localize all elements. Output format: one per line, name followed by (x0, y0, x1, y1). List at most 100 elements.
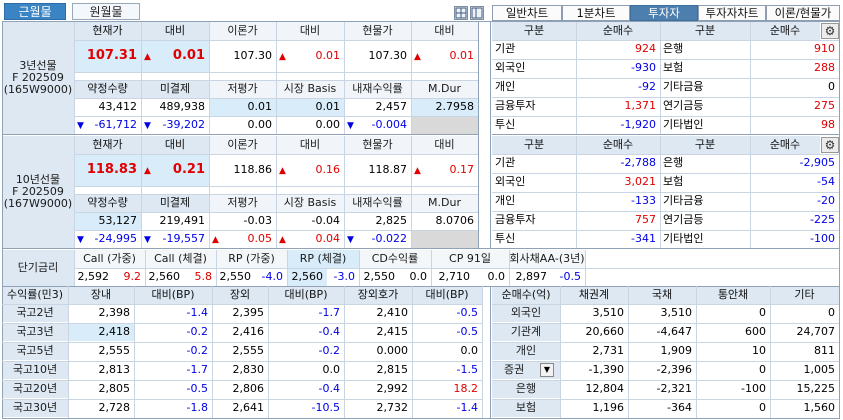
grid-line (560, 286, 561, 418)
grid-line (839, 21, 840, 418)
futures-3y-volume-change: ▼ -61,712 (74, 116, 141, 134)
header-current-price: 현재가 (74, 22, 141, 40)
grid-line (344, 136, 345, 248)
bond-yield-value: 2,395 (232, 306, 265, 319)
grid-line (492, 304, 839, 305)
bond-net-header: 국채 (628, 286, 696, 304)
grid-line (2, 21, 840, 22)
bond-net-header: 순매수(억) (492, 286, 560, 304)
grid-line (344, 286, 345, 418)
tab-investor-chart[interactable]: 투자자차트 (698, 5, 766, 21)
investor-net-value: 3,021 (624, 175, 657, 188)
header-undervalue: 저평가 (209, 80, 276, 98)
header-theory-price: 이론가 (209, 136, 276, 154)
futures-3y-basis-change: 0.00 (315, 118, 341, 131)
grid-line (2, 361, 482, 362)
futures-3y-yield-change: ▼ -0.004 (344, 116, 411, 134)
investor-type-label: 기관 (495, 42, 516, 55)
grid-line (287, 250, 288, 286)
header-volume: 약정수량 (74, 80, 141, 98)
bond-yield-value: -1.4 (186, 306, 208, 319)
investor-type-label: 개인 (495, 80, 516, 93)
investor-header-net: 순매수 (750, 136, 820, 154)
header-open-interest: 미결제 (141, 80, 209, 98)
grid-line (492, 173, 839, 174)
short-rate-value: 2,550 (219, 270, 252, 283)
bond-yield-value: -0.5 (186, 382, 208, 395)
grid-line (412, 286, 413, 418)
header-spot-change: 대비 (411, 136, 478, 154)
investor-type-label: 투신 (495, 118, 516, 131)
grid-line (74, 268, 839, 269)
bond-futures-dashboard: 근월물 원월물 일반차트 1분차트 투자자 투자자차트 이론/현물가 3년선물 … (0, 0, 843, 420)
bond-net-value: -2,321 (656, 382, 692, 395)
tab-investor[interactable]: 투자자 (630, 5, 698, 21)
bond-yield-value: -0.2 (186, 344, 208, 357)
up-arrow-icon: ▲ (144, 52, 151, 62)
futures-10y-theory-change: ▲ 0.16 (276, 154, 344, 186)
bond-yield-value: 2,806 (232, 382, 265, 395)
tab-far-month[interactable]: 원월물 (72, 3, 140, 20)
short-rate-header: RP (가중) (216, 250, 287, 268)
header-volume: 약정수량 (74, 194, 141, 212)
grid-line (212, 286, 213, 418)
grid-line (770, 286, 771, 418)
tab-theory-spot[interactable]: 이론/현물가 (766, 5, 840, 21)
header-current-price: 현재가 (74, 136, 141, 154)
bond-yield-header: 대비(BP) (134, 286, 212, 304)
futures-3y-undervalue: 0.01 (209, 98, 276, 116)
investor-type-label: 외국인 (495, 175, 526, 188)
grid-line (660, 136, 661, 248)
bond-yield-value: -0.2 (186, 325, 208, 338)
investor-header-type: 구분 (660, 22, 750, 40)
grid-line (492, 211, 839, 212)
up-arrow-icon: ▲ (414, 166, 421, 176)
bond-yield-value: 2,815 (376, 363, 409, 376)
header-undervalue: 저평가 (209, 194, 276, 212)
futures-3y-code: F 202509 (12, 72, 64, 84)
futures-3y-implied-yield: 2,457 (375, 100, 408, 113)
bond-name: 국고20년 (2, 380, 68, 398)
bond-yield-value: -0.4 (318, 382, 340, 395)
investor-type-label: 보험 (663, 61, 684, 74)
investor-net-value: 910 (814, 42, 835, 55)
layout-split-icon[interactable] (470, 6, 484, 20)
settings-gear-icon[interactable]: ⚙ (821, 23, 839, 39)
tab-near-month[interactable]: 근월물 (4, 3, 66, 20)
grid-line (2, 323, 482, 324)
bond-yield-value: -0.2 (318, 344, 340, 357)
futures-3y-change: ▲ 0.01 (141, 40, 209, 72)
settings-gear-icon[interactable]: ⚙ (821, 137, 839, 153)
investor-net-value: 924 (635, 42, 656, 55)
futures-10y-mdur: 8.0706 (435, 214, 475, 227)
header-change: 대비 (141, 136, 209, 154)
investor-type-label: 연기금등 (663, 213, 704, 226)
investor-net-value: -2,788 (620, 156, 656, 169)
bond-name: 국고30년 (2, 399, 68, 417)
bond-yield-value: 18.2 (453, 382, 479, 395)
investor-type-label: 기타법인 (663, 118, 704, 131)
futures-10y-name: 10년선물 (15, 174, 61, 186)
investor-type-label: 보험 (663, 175, 684, 188)
header-market-basis: 시장 Basis (276, 194, 344, 212)
bond-net-value: -4,647 (656, 325, 692, 338)
futures-3y-open-interest: 489,938 (159, 100, 206, 113)
down-arrow-icon: ▼ (144, 121, 151, 131)
bond-yield-header: 대비(BP) (268, 286, 344, 304)
layout-grid-icon[interactable] (454, 6, 468, 20)
bond-net-value: 1,560 (803, 401, 836, 414)
grid-line (750, 22, 751, 134)
futures-10y-id: (167W9000) (3, 198, 73, 210)
up-arrow-icon: ▲ (144, 166, 151, 176)
grid-line (74, 22, 75, 134)
tab-1min-chart[interactable]: 1분차트 (562, 5, 630, 21)
grid-line (2, 304, 482, 305)
investor-type-label: 개인 (495, 194, 516, 207)
grid-line (74, 250, 75, 286)
investor-dropdown-icon[interactable]: ▼ (540, 363, 554, 377)
tab-general-chart[interactable]: 일반차트 (492, 5, 562, 21)
grid-line (492, 78, 839, 79)
header-spot-price: 현물가 (344, 136, 411, 154)
futures-10y-oi-change: ▼ -19,557 (141, 230, 209, 248)
down-arrow-icon: ▼ (77, 121, 84, 131)
